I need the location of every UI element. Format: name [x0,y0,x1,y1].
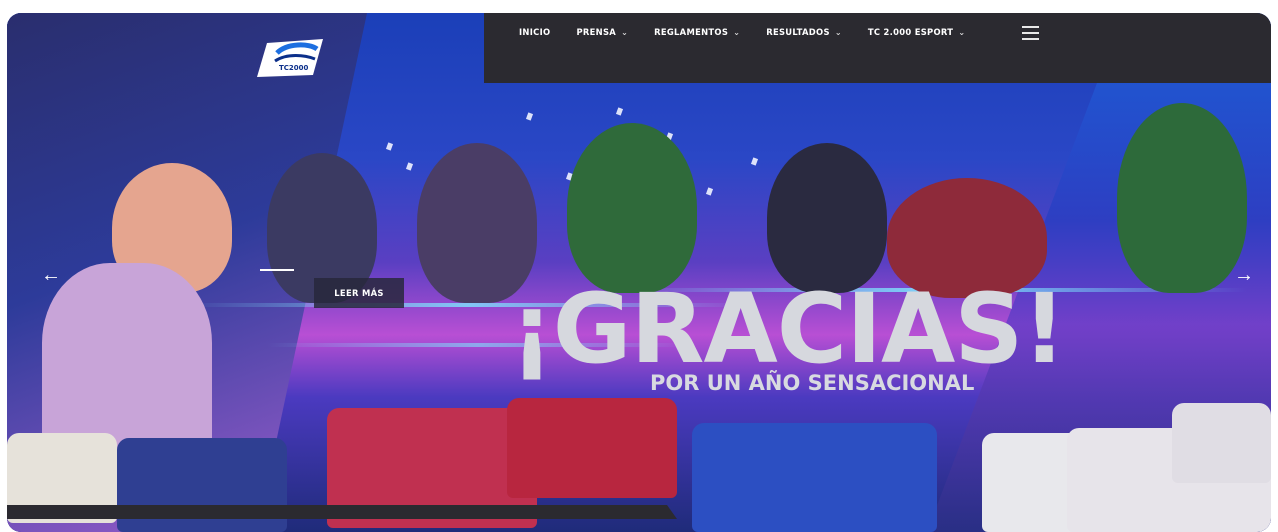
nav-item-label: TC 2.000 ESPORT [867,27,954,37]
hero-slider: TC2000 ← → LEER MÁS ¡GRACIAS! POR UN AÑO… [7,13,1271,532]
nav-item-label: REGLAMENTOS [654,27,729,37]
hero-subheadline: POR UN AÑO SENSACIONAL [650,371,975,395]
nav-item-label: PRENSA [576,27,617,37]
driver-figure [767,143,887,293]
chevron-down-icon: ⌄ [733,27,741,37]
chevron-down-icon: ⌄ [958,27,966,37]
svg-text:TC2000: TC2000 [279,64,309,72]
hero-headline: ¡GRACIAS! [510,273,1066,385]
top-navbar [484,13,1271,83]
nav-item-inicio[interactable]: INICIO [519,27,550,37]
driver-figure [1117,103,1247,293]
slide-indicator-line [260,269,294,271]
hamburger-menu-icon[interactable] [1022,26,1039,40]
nav-item-label: INICIO [519,27,551,37]
race-car [692,423,937,532]
nav-item-reglamentos[interactable]: REGLAMENTOS ⌄ [654,27,740,37]
race-car [507,398,677,498]
chevron-down-icon: ⌄ [834,27,842,37]
main-menu: INICIO PRENSA ⌄ REGLAMENTOS ⌄ RESULTADOS… [519,27,965,37]
arrow-left-icon[interactable]: ← [41,265,61,285]
nav-item-prensa[interactable]: PRENSA ⌄ [576,27,628,37]
bottom-bar [7,505,677,519]
race-car [1172,403,1271,483]
page-frame: TC2000 ← → LEER MÁS ¡GRACIAS! POR UN AÑO… [7,13,1271,532]
brand-logo[interactable]: TC2000 [257,39,329,77]
nav-item-resultados[interactable]: RESULTADOS ⌄ [766,27,842,37]
nav-item-tc-esport[interactable]: TC 2.000 ESPORT ⌄ [868,27,966,37]
chevron-down-icon: ⌄ [621,27,629,37]
driver-figure [567,123,697,293]
read-more-button[interactable]: LEER MÁS [314,278,404,308]
arrow-right-icon[interactable]: → [1234,265,1254,285]
tc2000-logo-icon: TC2000 [257,39,323,77]
nav-item-label: RESULTADOS [766,27,830,37]
